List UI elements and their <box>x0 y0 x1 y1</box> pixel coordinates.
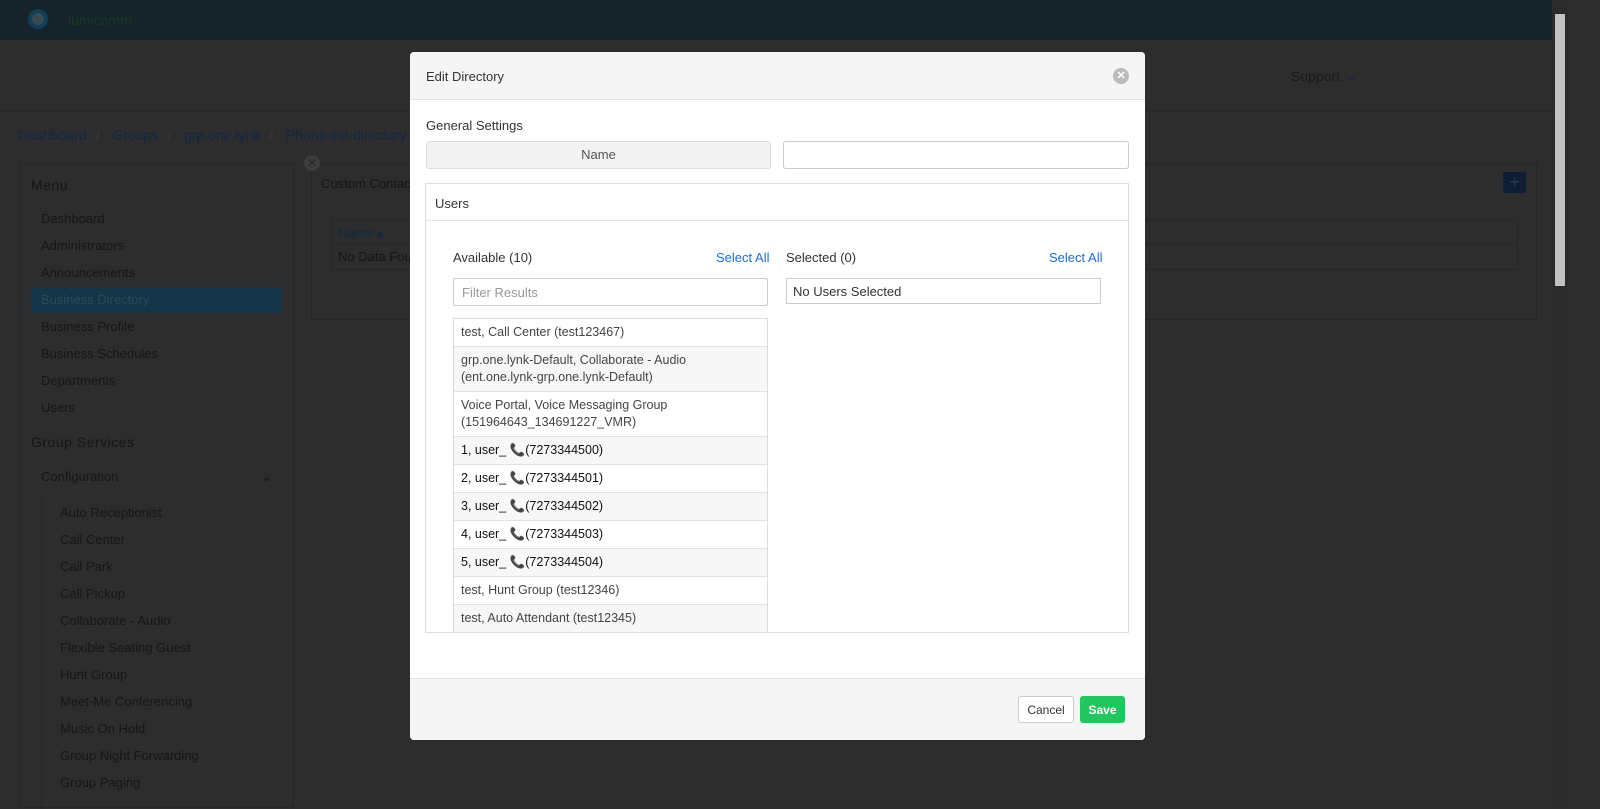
sidebar-item[interactable]: Business Schedules <box>31 341 282 367</box>
sidebar-item[interactable]: Users <box>31 395 282 421</box>
modal-footer: Cancel Save <box>410 678 1145 740</box>
chevron-down-icon: ⌄ <box>261 469 272 484</box>
breadcrumb-group[interactable]: grp.one.lynk <box>184 127 260 143</box>
list-item[interactable]: test, Call Center (test123467) <box>454 319 767 347</box>
list-item[interactable]: test, Auto Attendant (test12345) <box>454 605 767 632</box>
available-list: test, Call Center (test123467) grp.one.ly… <box>453 318 768 633</box>
list-item[interactable]: 1, user_ 📞(7273344500) <box>454 437 767 465</box>
modal-header: Edit Directory ✕ <box>410 52 1145 100</box>
sidebar-subitem[interactable]: Music On Hold <box>50 716 301 742</box>
breadcrumb-directory[interactable]: Phone-list-directory <box>286 127 407 143</box>
phone-icon: 📞 <box>509 443 526 457</box>
sidebar-subitem[interactable]: Call Center <box>50 527 301 553</box>
item-text: grp.one.lynk-Default, Collaborate - Audi… <box>461 353 687 384</box>
no-users-selected: No Users Selected <box>786 278 1101 304</box>
column-label: Name <box>338 225 373 240</box>
chevron-down-icon: ⌄ <box>1346 68 1358 84</box>
item-phone: (7273344504) <box>525 555 604 569</box>
list-item[interactable]: Voice Portal, Voice Messaging Group (151… <box>454 392 767 437</box>
close-icon[interactable]: ✕ <box>1113 68 1129 84</box>
save-button[interactable]: Save <box>1080 696 1125 723</box>
menu-title: Menu <box>31 177 69 193</box>
item-phone: (7273344500) <box>525 443 604 457</box>
phone-icon: 📞 <box>509 471 526 485</box>
sidebar-subitem[interactable]: Flexible Seating Guest <box>50 635 301 661</box>
select-all-selected-button[interactable]: Select All <box>1049 250 1102 265</box>
sidebar-item[interactable]: Announcements <box>31 260 282 286</box>
sidebar-subitem[interactable]: Hunt Group <box>50 662 301 688</box>
list-item[interactable]: 4, user_ 📞(7273344503) <box>454 521 767 549</box>
support-menu[interactable]: Support ⌄ <box>1291 68 1358 85</box>
divider <box>41 499 42 809</box>
item-text: 2, user_ <box>461 471 510 485</box>
scrollbar[interactable] <box>1552 0 1568 808</box>
users-panel: Users Available (10) Select All Selected… <box>425 183 1129 633</box>
edit-directory-modal: Edit Directory ✕ General Settings Name U… <box>410 52 1145 740</box>
select-all-available-button[interactable]: Select All <box>716 250 769 265</box>
users-title: Users <box>426 184 1128 221</box>
breadcrumb-groups[interactable]: Groups <box>112 127 158 143</box>
caret-up-icon: ▴ <box>376 225 383 240</box>
list-item[interactable]: test, Hunt Group (test12346) <box>454 577 767 605</box>
name-label: Name <box>426 141 771 169</box>
sidebar-subitem[interactable]: Collaborate - Audio <box>50 608 301 634</box>
phone-icon: 📞 <box>509 499 526 513</box>
item-phone: (7273344501) <box>525 471 604 485</box>
available-label: Available (10) <box>453 250 533 265</box>
content-title: Custom Contac <box>321 176 411 191</box>
list-item[interactable]: 5, user_ 📞(7273344504) <box>454 549 767 577</box>
item-text: test, Hunt Group (test12346) <box>461 583 620 597</box>
logo-icon <box>28 9 48 29</box>
phone-icon: 📞 <box>509 555 526 569</box>
list-item[interactable]: grp.one.lynk-Default, Collaborate - Audi… <box>454 347 767 392</box>
breadcrumb-dashboard[interactable]: Dashboard <box>18 127 87 143</box>
sidebar-subitem[interactable]: Auto Receptionist <box>50 500 301 526</box>
item-text: 5, user_ <box>461 555 510 569</box>
item-phone: (7273344502) <box>525 499 604 513</box>
sidebar-subitem[interactable]: Meet-Me Conferencing <box>50 689 301 715</box>
sidebar: Menu Dashboard Administrators Announceme… <box>20 163 294 809</box>
support-label: Support <box>1291 68 1341 84</box>
selected-label: Selected (0) <box>786 250 857 265</box>
general-settings-heading: General Settings <box>426 118 523 133</box>
item-phone: (7273344503) <box>525 527 604 541</box>
top-bar: lumicomm <box>0 0 1552 40</box>
sidebar-item[interactable]: Departments <box>31 368 282 394</box>
modal-title: Edit Directory <box>426 69 505 84</box>
list-item[interactable]: 3, user_ 📞(7273344502) <box>454 493 767 521</box>
sidebar-subitem[interactable]: Call Pickup <box>50 581 301 607</box>
name-input[interactable] <box>783 141 1129 169</box>
cancel-button[interactable]: Cancel <box>1018 696 1074 723</box>
configuration-label: Configuration <box>41 469 119 484</box>
sidebar-item[interactable]: Dashboard <box>31 206 282 232</box>
item-text: test, Auto Attendant (test12345) <box>461 611 637 625</box>
sidebar-subitem[interactable]: Group Night Forwarding <box>50 743 301 769</box>
brand: lumicomm <box>68 12 132 28</box>
item-text: 1, user_ <box>461 443 510 457</box>
close-icon[interactable]: ✕ <box>304 155 320 171</box>
sidebar-subitem[interactable]: Call Park <box>50 554 301 580</box>
item-text: Voice Portal, Voice Messaging Group (151… <box>461 398 668 429</box>
group-services-title: Group Services <box>31 434 135 450</box>
breadcrumb: Dashboard / Groups / grp.one.lynk / Phone-l… <box>18 127 443 143</box>
item-text: 3, user_ <box>461 499 510 513</box>
scrollbar-thumb[interactable] <box>1555 14 1565 286</box>
sidebar-item[interactable]: Administrators <box>31 233 282 259</box>
item-text: test, Call Center (test123467) <box>461 325 625 339</box>
list-item[interactable]: 2, user_ 📞(7273344501) <box>454 465 767 493</box>
phone-icon: 📞 <box>509 527 526 541</box>
sidebar-subitem[interactable]: Group Paging <box>50 770 301 796</box>
add-button[interactable]: + <box>1503 172 1526 193</box>
sidebar-item-active[interactable]: Business Directory <box>31 287 282 313</box>
filter-input[interactable] <box>453 278 768 306</box>
item-text: 4, user_ <box>461 527 510 541</box>
sidebar-item[interactable]: Business Profile <box>31 314 282 340</box>
configuration-toggle[interactable]: Configuration ⌄ <box>31 464 282 490</box>
